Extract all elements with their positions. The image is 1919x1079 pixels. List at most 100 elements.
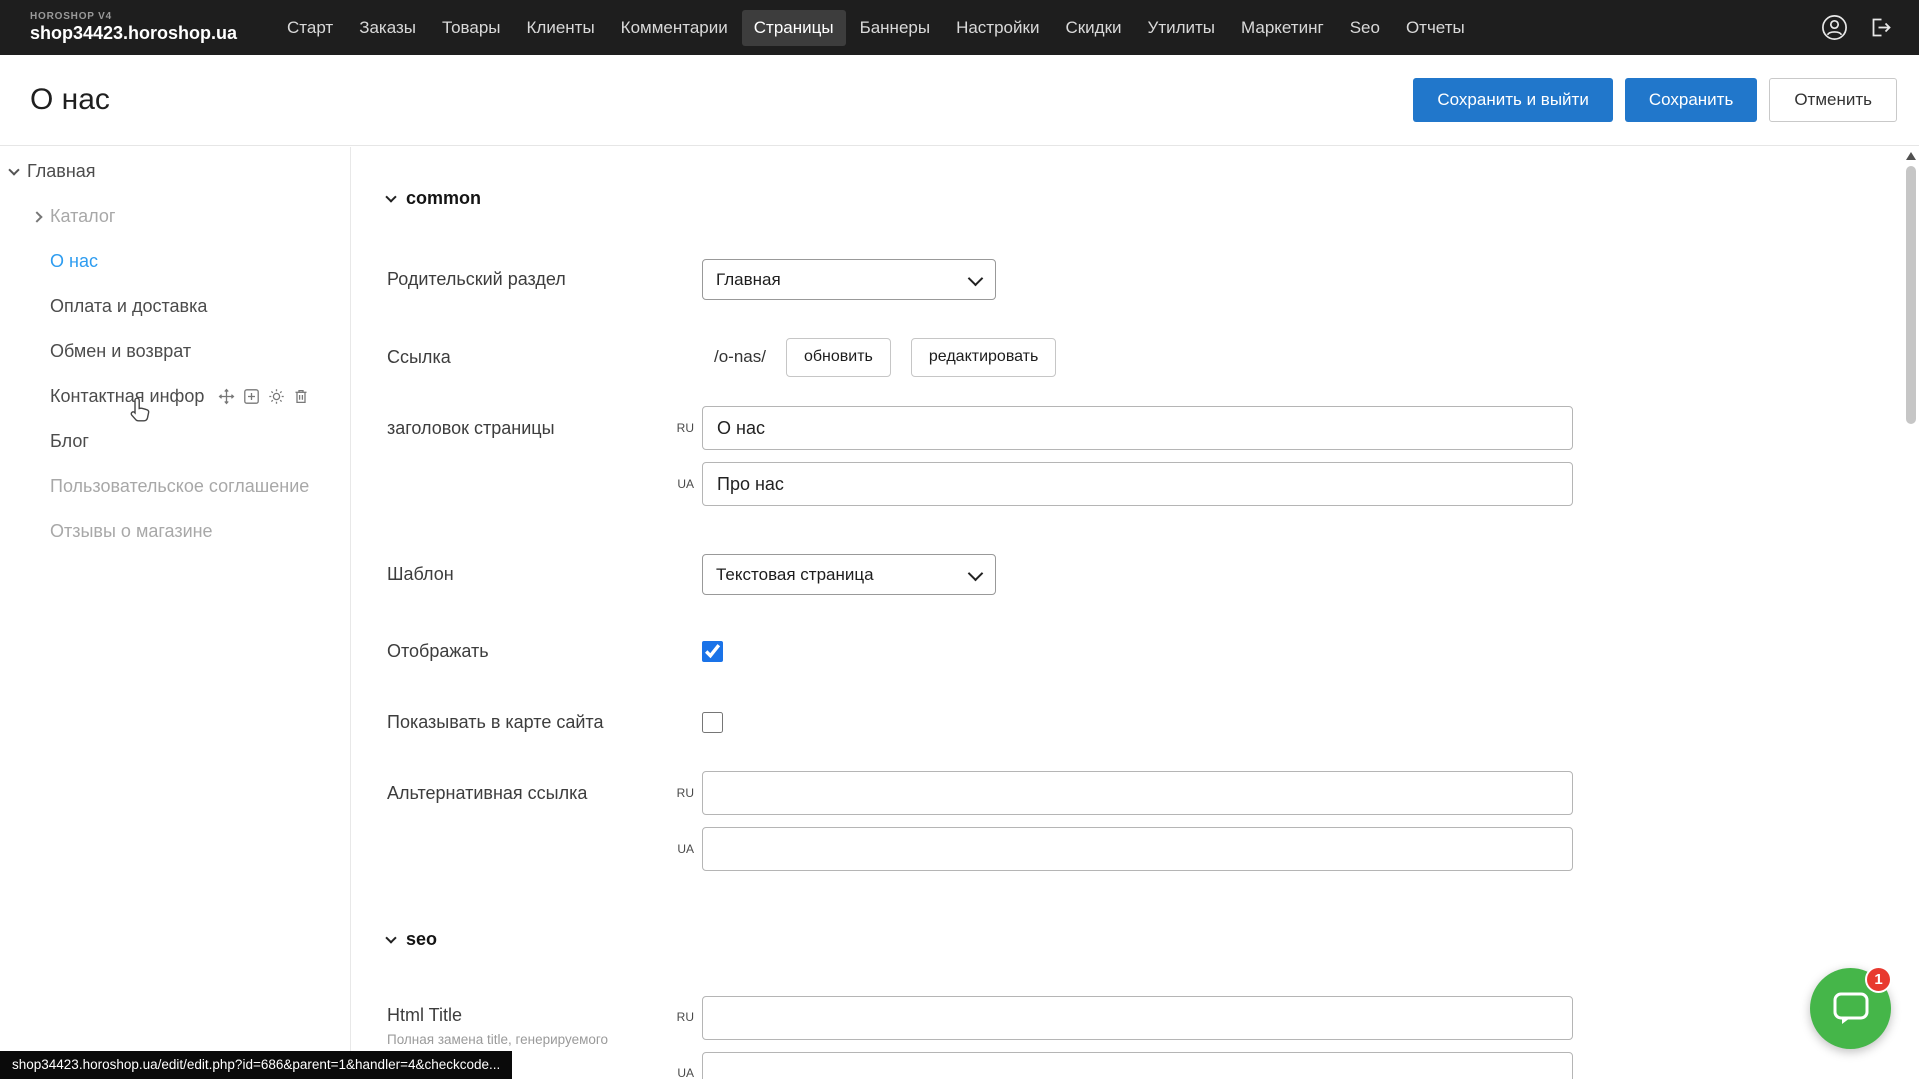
sitemap-row: Показывать в карте сайта xyxy=(387,710,1903,734)
lang-ru-tag: RU xyxy=(651,786,702,800)
html-title-ru-input[interactable] xyxy=(702,996,1573,1040)
logout-icon[interactable] xyxy=(1868,15,1893,40)
display-row: Отображать xyxy=(387,639,1903,663)
sidebar-item-label: Оплата и доставка xyxy=(50,296,207,317)
parent-section-label: Родительский раздел xyxy=(387,269,702,290)
html-title-label: Html Title xyxy=(387,1005,651,1026)
nav-products[interactable]: Товары xyxy=(430,10,512,46)
html-title-ru-row: Html Title Полная замена title, генериру… xyxy=(387,996,1903,1040)
scroll-up-arrow-icon[interactable] xyxy=(1906,152,1916,160)
page-title-label: заголовок страницы xyxy=(387,418,651,439)
section-common[interactable]: common xyxy=(387,188,1903,209)
alt-link-label: Альтернативная ссылка xyxy=(387,783,651,804)
sidebar-item-label: Отзывы о магазине xyxy=(50,521,213,542)
template-select[interactable]: Текстовая страница xyxy=(702,554,996,595)
chat-launcher-button[interactable]: 1 xyxy=(1810,968,1891,1049)
add-icon[interactable] xyxy=(243,388,260,405)
chevron-right-icon[interactable] xyxy=(31,211,42,222)
sidebar-item-catalog[interactable]: Каталог xyxy=(0,194,350,239)
link-row: Ссылка /o-nas/ обновить редактировать xyxy=(387,337,1903,377)
page-title-ua-input[interactable] xyxy=(702,462,1573,506)
page-title-ru-input[interactable] xyxy=(702,406,1573,450)
display-checkbox[interactable] xyxy=(702,641,723,662)
nav-orders[interactable]: Заказы xyxy=(347,10,428,46)
brand-domain: shop34423.horoshop.ua xyxy=(30,23,275,44)
sidebar-item-label: О нас xyxy=(50,251,98,272)
sidebar-item-about[interactable]: О нас xyxy=(0,239,350,284)
sidebar-item-exchange-return[interactable]: Обмен и возврат xyxy=(0,329,350,374)
lang-ru-tag: RU xyxy=(651,421,702,435)
scrollbar-thumb[interactable] xyxy=(1906,166,1916,424)
save-button[interactable]: Сохранить xyxy=(1625,78,1757,122)
link-update-button[interactable]: обновить xyxy=(786,338,891,377)
sidebar-item-label: Обмен и возврат xyxy=(50,341,191,362)
sitemap-checkbox[interactable] xyxy=(702,712,723,733)
sidebar-item-home[interactable]: Главная xyxy=(0,149,350,194)
link-edit-button[interactable]: редактировать xyxy=(911,338,1056,377)
sidebar-item-payment-delivery[interactable]: Оплата и доставка xyxy=(0,284,350,329)
sidebar-item-blog[interactable]: Блог xyxy=(0,419,350,464)
sidebar-item-user-agreement[interactable]: Пользовательское соглашение xyxy=(0,464,350,509)
lang-ua-tag: UA xyxy=(651,842,702,856)
parent-section-select[interactable]: Главная xyxy=(702,259,996,300)
alt-link-ua-input[interactable] xyxy=(702,827,1573,871)
parent-section-row: Родительский раздел Главная xyxy=(387,259,1903,300)
nav-banners[interactable]: Баннеры xyxy=(848,10,943,46)
parent-section-select-wrap: Главная xyxy=(702,259,996,300)
sidebar-item-contact-info[interactable]: Контактная инфор xyxy=(0,374,350,419)
sidebar-item-label: Каталог xyxy=(50,206,115,227)
nav-start[interactable]: Старт xyxy=(275,10,345,46)
nav-utilities[interactable]: Утилиты xyxy=(1136,10,1228,46)
nav-comments[interactable]: Комментарии xyxy=(609,10,740,46)
brand-version-label: HOROSHOP V4 xyxy=(30,11,275,22)
lang-ru-tag: RU xyxy=(651,996,702,1024)
pages-tree-sidebar: Главная Каталог О нас Оплата и доставка … xyxy=(0,147,351,1079)
account-icon[interactable] xyxy=(1821,14,1848,41)
link-path: /o-nas/ xyxy=(714,347,766,367)
sidebar-item-label: Главная xyxy=(27,161,96,182)
alt-link-ru-input[interactable] xyxy=(702,771,1573,815)
page-title-ua-row: UA xyxy=(387,462,1903,506)
section-seo-label: seo xyxy=(406,929,437,950)
alt-link-ua-row: UA xyxy=(387,827,1903,871)
nav-pages[interactable]: Страницы xyxy=(742,10,846,46)
template-select-wrap: Текстовая страница xyxy=(702,554,996,595)
page-edit-form: common Родительский раздел Главная Ссылк… xyxy=(352,147,1903,1079)
alt-link-ru-row: Альтернативная ссылка RU xyxy=(387,771,1903,815)
html-title-ua-input[interactable] xyxy=(702,1052,1573,1079)
topbar: HOROSHOP V4 shop34423.horoshop.ua Старт … xyxy=(0,0,1919,55)
move-icon[interactable] xyxy=(218,388,235,405)
link-preview-statusbar: shop34423.horoshop.ua/edit/edit.php?id=6… xyxy=(0,1051,512,1079)
sitemap-label: Показывать в карте сайта xyxy=(387,712,702,733)
chevron-down-icon xyxy=(385,932,396,943)
link-label: Ссылка xyxy=(387,347,702,368)
template-label: Шаблон xyxy=(387,564,702,585)
save-and-exit-button[interactable]: Сохранить и выйти xyxy=(1413,78,1612,122)
chevron-down-icon[interactable] xyxy=(8,164,19,175)
lang-ua-tag: UA xyxy=(651,1052,702,1079)
html-title-ua-row: UA xyxy=(387,1052,1903,1079)
sidebar-item-label: Контактная инфор xyxy=(50,386,204,407)
delete-icon[interactable] xyxy=(293,388,309,405)
brand[interactable]: HOROSHOP V4 shop34423.horoshop.ua xyxy=(0,11,275,44)
nav-reports[interactable]: Отчеты xyxy=(1394,10,1477,46)
main-nav: Старт Заказы Товары Клиенты Комментарии … xyxy=(275,10,1477,46)
sidebar-item-store-reviews[interactable]: Отзывы о магазине xyxy=(0,509,350,554)
nav-marketing[interactable]: Маркетинг xyxy=(1229,10,1336,46)
nav-settings[interactable]: Настройки xyxy=(944,10,1051,46)
nav-seo[interactable]: Seo xyxy=(1338,10,1392,46)
display-label: Отображать xyxy=(387,641,702,662)
section-seo[interactable]: seo xyxy=(387,929,1903,950)
section-common-label: common xyxy=(406,188,481,209)
settings-icon[interactable] xyxy=(268,388,285,405)
chat-bubble-icon xyxy=(1832,991,1870,1027)
vertical-scrollbar[interactable] xyxy=(1904,148,1919,1079)
page-title: О нас xyxy=(30,83,110,117)
nav-discounts[interactable]: Скидки xyxy=(1053,10,1133,46)
page-header: О нас Сохранить и выйти Сохранить Отмени… xyxy=(0,55,1919,146)
cancel-button[interactable]: Отменить xyxy=(1769,78,1897,122)
sidebar-item-label: Блог xyxy=(50,431,89,452)
chevron-down-icon xyxy=(385,191,396,202)
page-title-ru-row: заголовок страницы RU xyxy=(387,406,1903,450)
nav-clients[interactable]: Клиенты xyxy=(515,10,607,46)
